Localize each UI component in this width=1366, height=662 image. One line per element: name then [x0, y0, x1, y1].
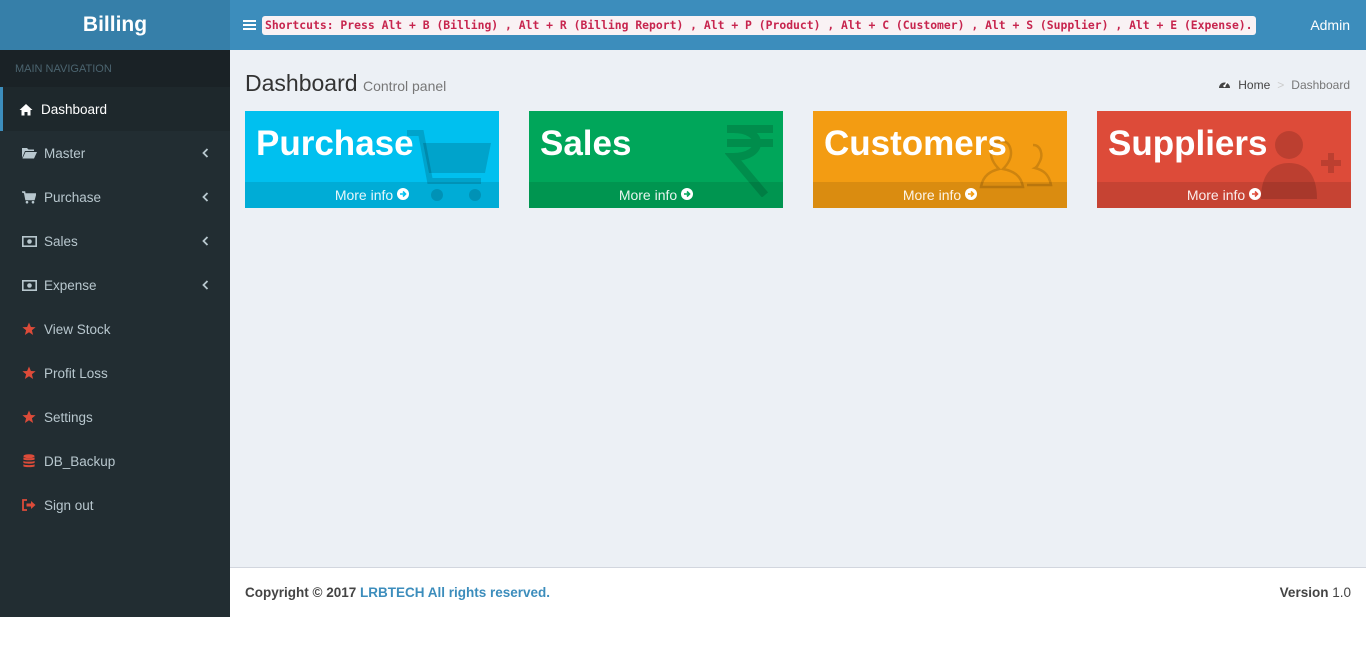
version-info: Version 1.0 [1280, 585, 1351, 600]
breadcrumb: Home > Dashboard [1218, 78, 1350, 92]
folder-open-icon [21, 146, 37, 160]
money-icon [21, 278, 37, 292]
copyright: Copyright © 2017 LRBTECH All rights rese… [245, 585, 550, 600]
more-info-label: More info [1186, 187, 1246, 203]
more-info-label: More info [902, 187, 962, 203]
sidebar-item-view-stock[interactable]: View Stock [0, 307, 230, 351]
arrow-circle-right-icon [1245, 182, 1262, 208]
sidebar-item-label: DB_Backup [44, 453, 116, 469]
sidebar-item-dashboard[interactable]: Dashboard [0, 87, 230, 131]
chevron-left-icon [198, 278, 212, 292]
sidebar-item-purchase[interactable]: Purchase [0, 175, 230, 219]
more-info-link[interactable]: More info [245, 182, 499, 208]
star-icon [21, 410, 37, 424]
sidebar-item-profit-loss[interactable]: Profit Loss [0, 351, 230, 395]
sidebar-item-label: Purchase [44, 189, 102, 205]
purchase-box[interactable]: Purchase More info [245, 111, 499, 208]
breadcrumb-current: Dashboard [1291, 78, 1350, 92]
more-info-label: More info [334, 187, 394, 203]
arrow-circle-right-icon [961, 182, 978, 208]
top-navbar: Shortcuts: Press Alt + B (Billing) , Alt… [230, 0, 1366, 50]
arrow-circle-right-icon [677, 182, 694, 208]
sidebar-item-label: Settings [44, 409, 93, 425]
sidebar-item-label: Expense [44, 277, 97, 293]
dashboard-icon [1218, 78, 1238, 92]
user-menu[interactable]: Admin [1310, 0, 1350, 50]
shortcuts-hint: Shortcuts: Press Alt + B (Billing) , Alt… [262, 16, 1256, 35]
suppliers-box[interactable]: Suppliers More info [1097, 111, 1351, 208]
app-logo[interactable]: Billing [0, 0, 230, 50]
page-title: Dashboard [245, 70, 358, 96]
breadcrumb-separator: > [1277, 78, 1285, 92]
star-icon [21, 366, 37, 380]
box-title: Suppliers [1108, 124, 1268, 163]
sidebar-item-expense[interactable]: Expense [0, 263, 230, 307]
database-icon [21, 454, 37, 468]
copyright-prefix: Copyright © 2017 [245, 585, 360, 600]
chevron-left-icon [198, 190, 212, 204]
version-value: 1.0 [1332, 585, 1351, 600]
nav-header: MAIN NAVIGATION [0, 50, 230, 87]
menu-toggle-icon[interactable] [243, 18, 257, 32]
content-wrapper: Dashboard Control panel Home > Dashboard… [230, 50, 1366, 567]
arrow-circle-right-icon [393, 182, 410, 208]
company-link[interactable]: LRBTECH All rights reserved. [360, 585, 550, 600]
sidebar-item-label: Master [44, 145, 86, 161]
money-icon [21, 234, 37, 248]
cart-icon [21, 190, 37, 204]
sidebar-item-sign-out[interactable]: Sign out [0, 483, 230, 527]
box-title: Sales [540, 124, 632, 163]
sidebar-item-master[interactable]: Master [0, 131, 230, 175]
more-info-link[interactable]: More info [529, 182, 783, 208]
sidebar-item-label: View Stock [44, 321, 111, 337]
more-info-link[interactable]: More info [1097, 182, 1351, 208]
sidebar-item-label: Sales [44, 233, 78, 249]
breadcrumb-home[interactable]: Home [1218, 78, 1270, 92]
chevron-left-icon [198, 146, 212, 160]
sidebar-item-label: Profit Loss [44, 365, 108, 381]
sales-box[interactable]: Sales More info [529, 111, 783, 208]
version-label: Version [1279, 585, 1329, 600]
breadcrumb-home-label: Home [1238, 78, 1271, 92]
sidebar-item-settings[interactable]: Settings [0, 395, 230, 439]
sign-out-icon [21, 498, 37, 512]
star-icon [21, 322, 37, 336]
box-title: Customers [824, 124, 1007, 163]
chevron-left-icon [198, 234, 212, 248]
home-icon [18, 102, 34, 116]
more-info-label: More info [618, 187, 678, 203]
page-footer: Copyright © 2017 LRBTECH All rights rese… [230, 567, 1366, 617]
sidebar: MAIN NAVIGATION Dashboard Master Purchas… [0, 50, 230, 617]
page-subtitle: Control panel [363, 78, 447, 94]
sidebar-item-sales[interactable]: Sales [0, 219, 230, 263]
sidebar-item-label: Dashboard [41, 101, 108, 117]
sidebar-item-db-backup[interactable]: DB_Backup [0, 439, 230, 483]
more-info-link[interactable]: More info [813, 182, 1067, 208]
customers-box[interactable]: Customers More info [813, 111, 1067, 208]
box-title: Purchase [256, 124, 414, 163]
sidebar-item-label: Sign out [44, 497, 94, 513]
